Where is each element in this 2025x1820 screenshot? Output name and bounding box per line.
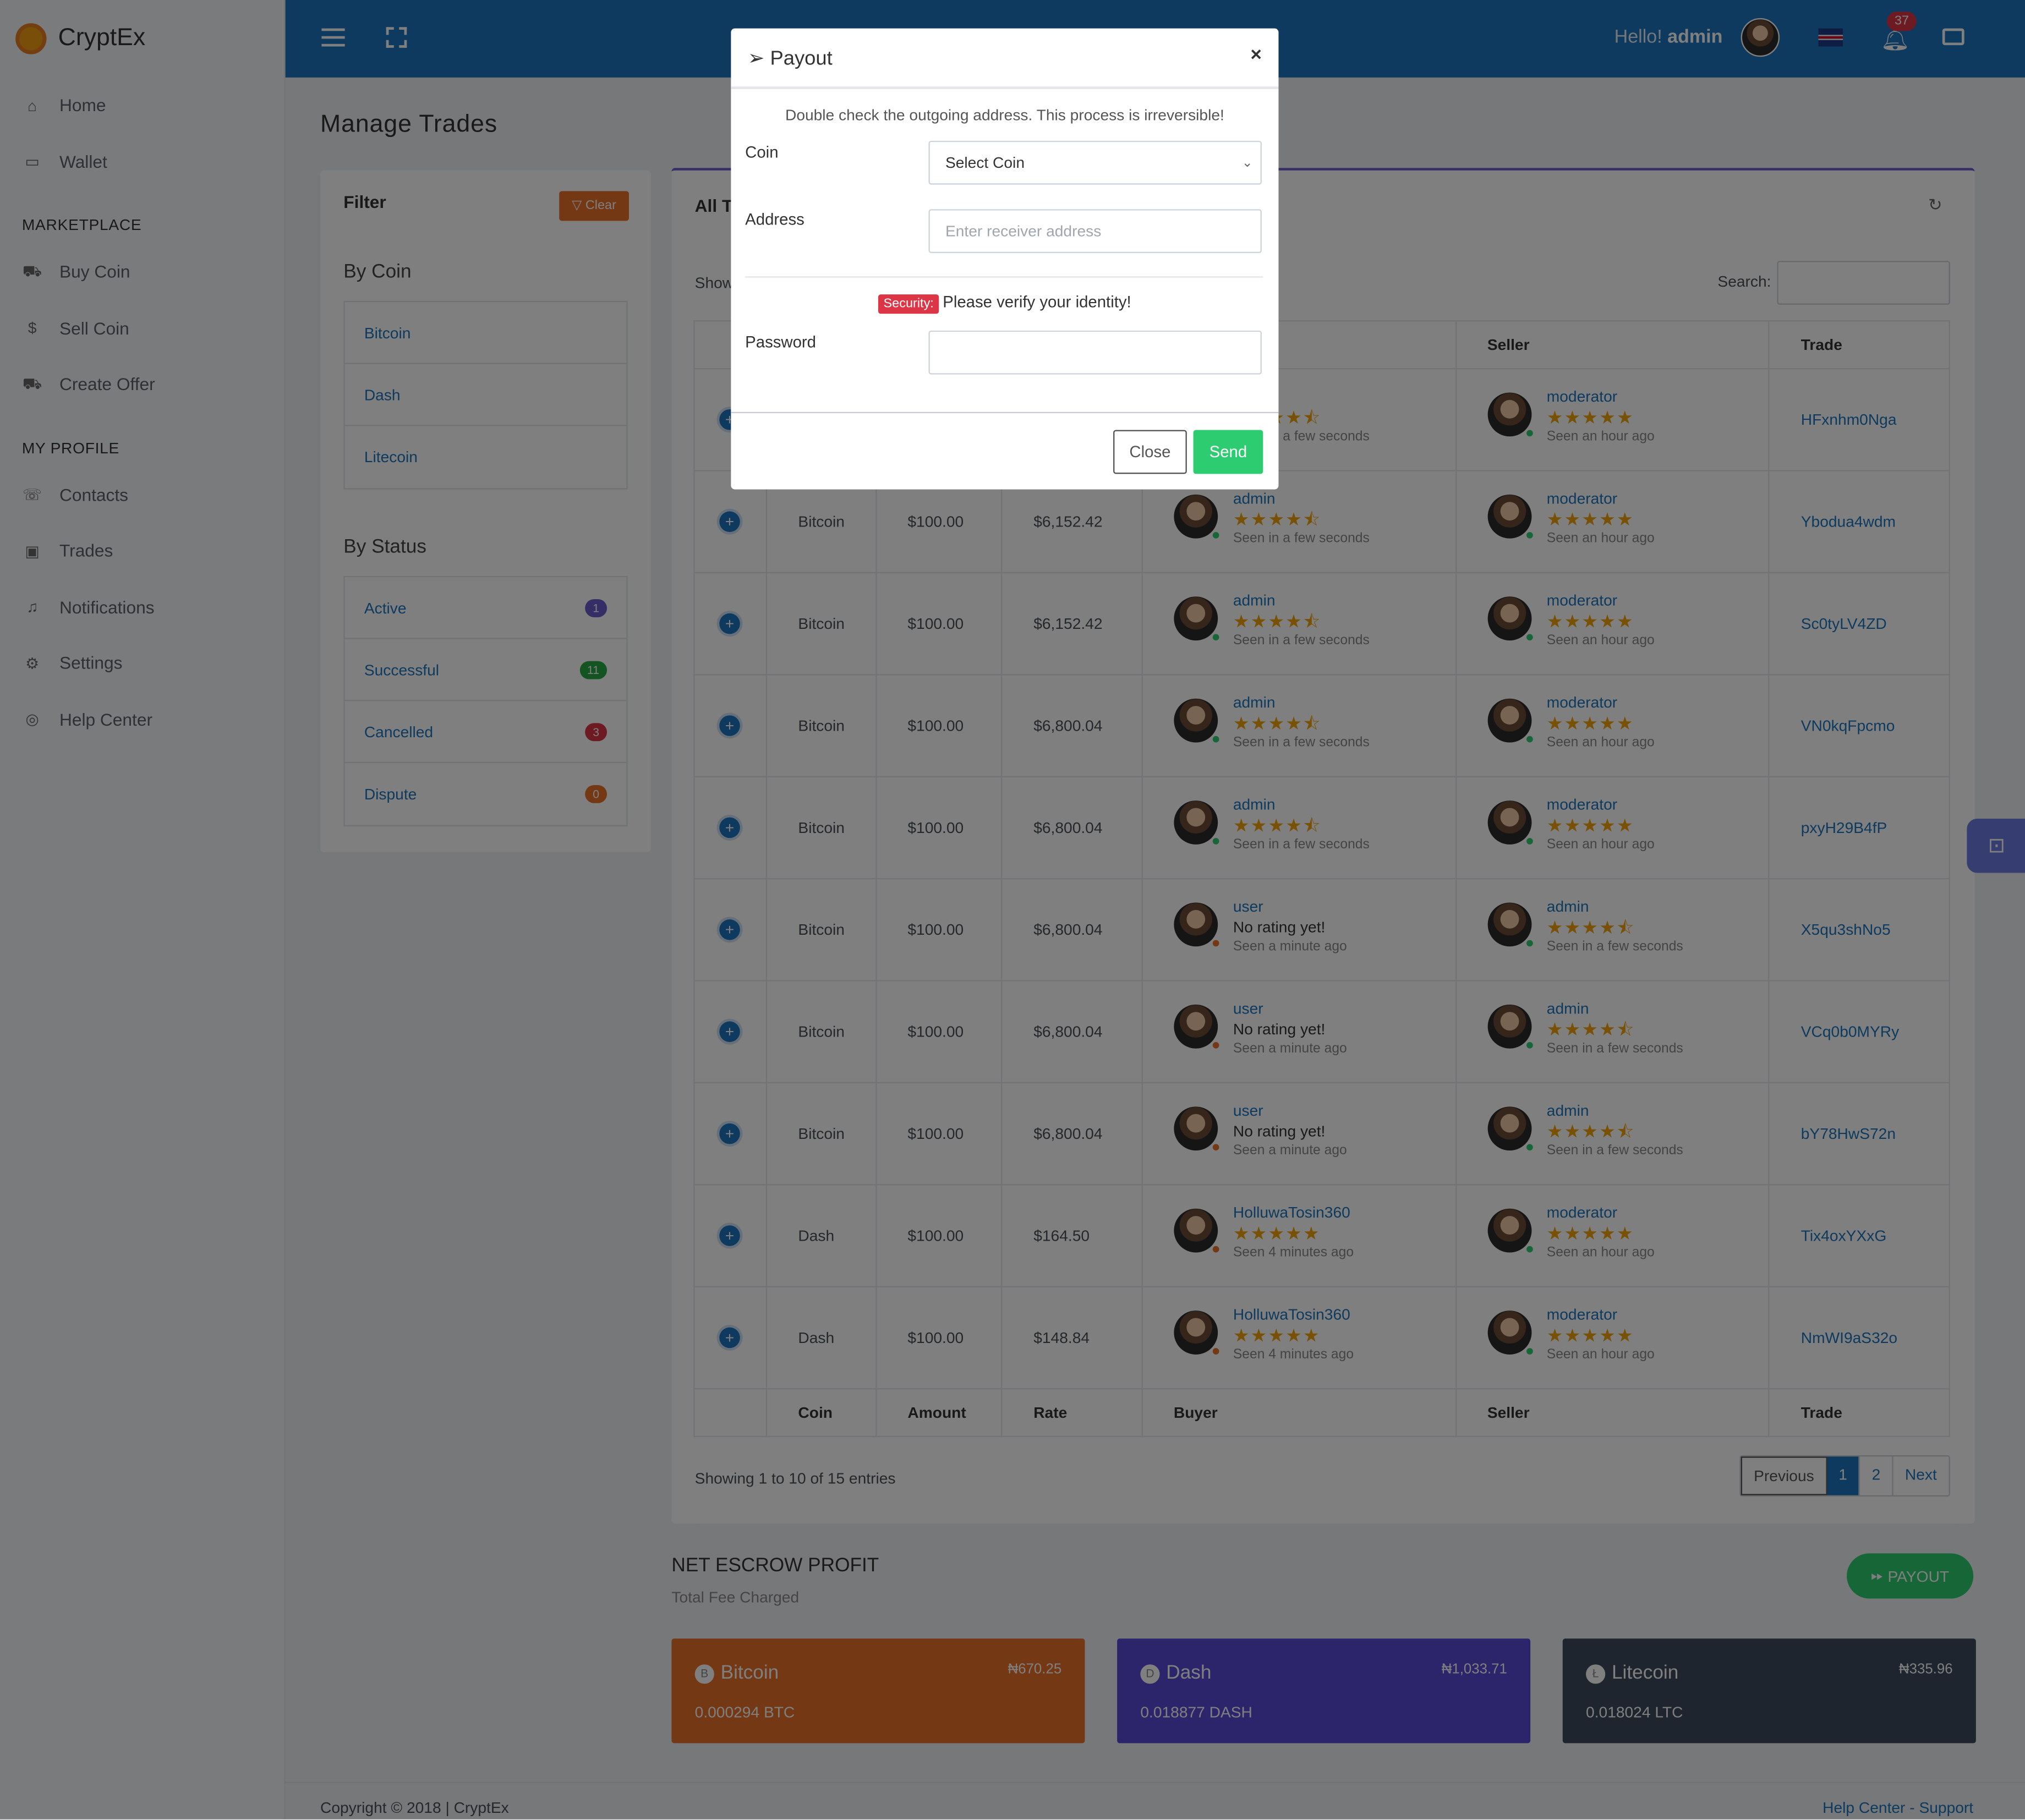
modal-footer xyxy=(731,412,1279,414)
password-input[interactable] xyxy=(928,330,1262,375)
coin-select-value: Select Coin xyxy=(945,154,1025,172)
payout-modal: ➢ Payout × Double check the outgoing add… xyxy=(731,28,1279,490)
password-label: Password xyxy=(745,333,817,352)
coin-select[interactable]: Select Coin ⌄ xyxy=(928,140,1262,185)
security-notice: Security: Please verify your identity! xyxy=(731,293,1278,314)
address-label: Address xyxy=(745,210,804,229)
close-icon[interactable]: × xyxy=(1250,44,1262,66)
modal-divider xyxy=(745,276,1263,278)
close-button[interactable]: Close xyxy=(1113,430,1187,474)
modal-title: ➢ Payout xyxy=(747,47,833,70)
modal-warning-note: Double check the outgoing address. This … xyxy=(785,106,1224,124)
coin-label: Coin xyxy=(745,143,779,162)
modal-header: ➢ Payout × xyxy=(731,29,1279,89)
app-root: CryptEx ⌂Home ▭Wallet MARKETPLACE ⛟Buy C… xyxy=(0,0,2025,1819)
chevron-down-icon: ⌄ xyxy=(1241,155,1253,170)
send-icon: ➢ xyxy=(747,47,770,70)
send-button[interactable]: Send xyxy=(1193,430,1263,474)
security-tag: Security: xyxy=(878,294,939,314)
address-input[interactable]: Enter receiver address xyxy=(928,209,1262,253)
